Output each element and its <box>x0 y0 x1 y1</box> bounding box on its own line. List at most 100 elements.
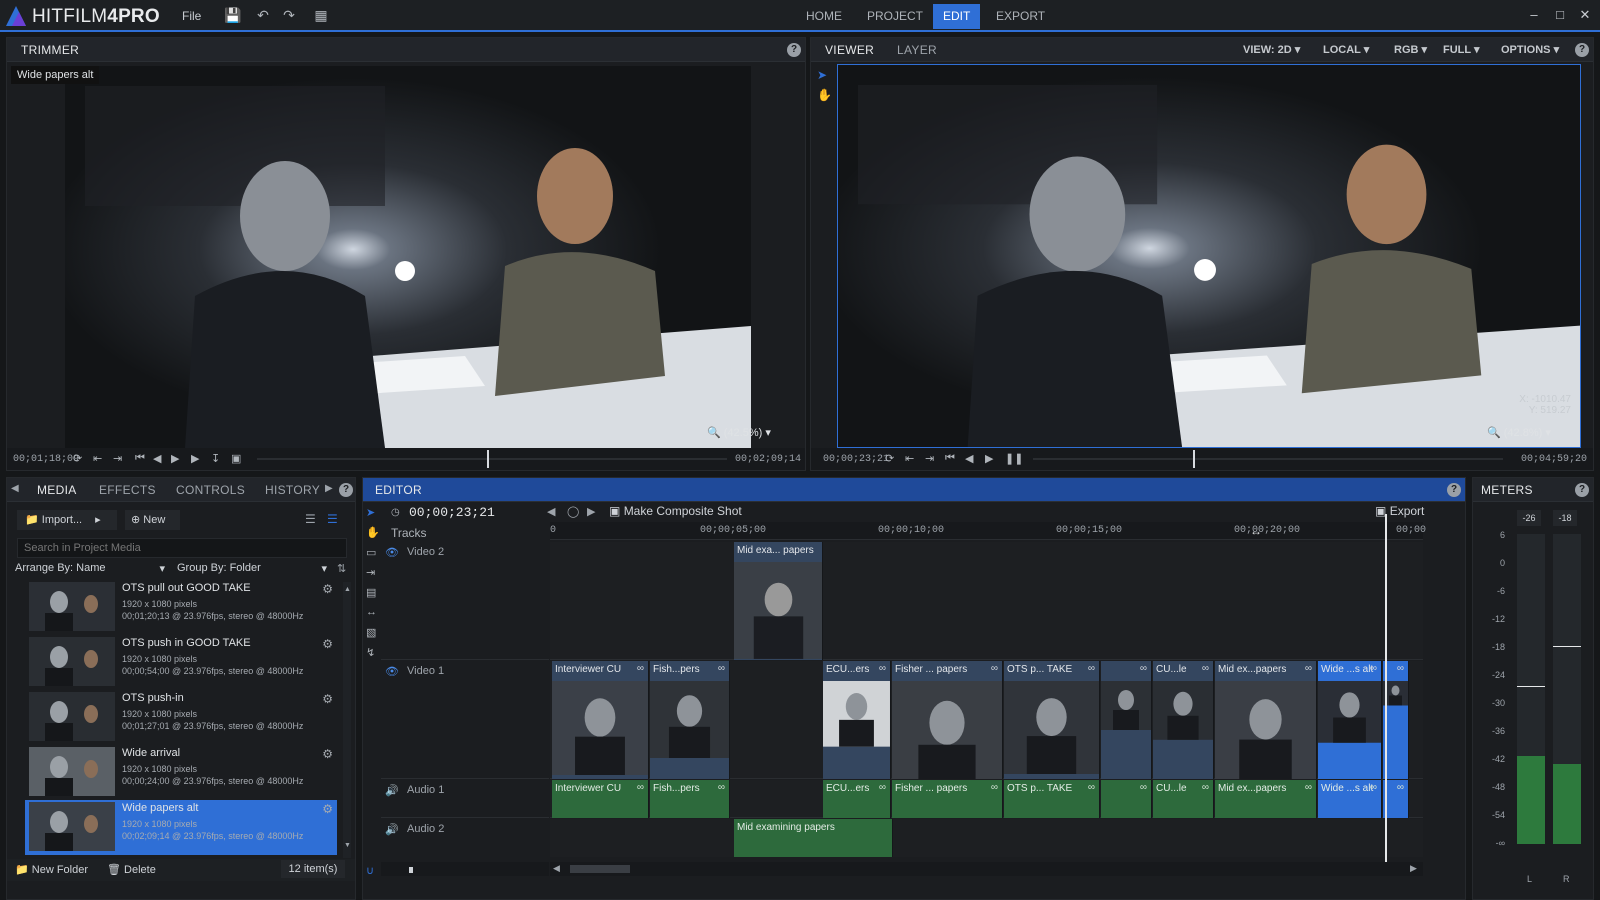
trimmer-playhead[interactable] <box>487 450 490 468</box>
play-icon[interactable]: ▶ <box>191 452 199 465</box>
select-tool-icon[interactable]: ➤ <box>817 68 827 82</box>
mark-out-icon[interactable]: ⇥ <box>113 452 122 465</box>
delete-button[interactable]: 🗑 Delete <box>107 863 156 876</box>
slide-tool-icon[interactable]: ▤ <box>366 586 376 599</box>
gear-icon[interactable]: ⚙ <box>322 582 333 596</box>
loop-icon[interactable]: ⟳ <box>885 452 894 465</box>
view-dropdown[interactable]: VIEW: 2D ▾ <box>1243 43 1300 59</box>
ripple-tool-icon[interactable]: ↔ <box>366 606 377 618</box>
tab-editor[interactable]: EDITOR <box>375 483 422 497</box>
next-edit-icon[interactable]: ▶ <box>587 505 595 518</box>
tab-trimmer[interactable]: TRIMMER <box>21 43 79 57</box>
trimmer-video[interactable] <box>65 66 751 448</box>
track-area-video2[interactable]: Mid exa... papers <box>550 542 1423 660</box>
timeline-clip[interactable]: Mid ex...papers ∞ <box>1215 661 1317 779</box>
mark-in-icon[interactable]: ⇤ <box>905 452 914 465</box>
help-icon[interactable]: ? <box>1447 483 1461 497</box>
gear-icon[interactable]: ⚙ <box>322 637 333 651</box>
timeline-clip[interactable]: CU...le ∞ <box>1153 780 1214 818</box>
zoom-handle[interactable] <box>409 867 413 873</box>
sort-icon[interactable]: ⇅ <box>337 562 346 575</box>
timeline-clip[interactable]: ∞ <box>1101 780 1152 818</box>
tab-project[interactable]: PROJECT <box>857 4 933 29</box>
close-icon[interactable]: ✕ <box>1575 5 1595 25</box>
options-dropdown[interactable]: OPTIONS ▾ <box>1501 43 1559 59</box>
mark-in-icon[interactable]: ⇤ <box>93 452 102 465</box>
timeline-clip[interactable]: Interviewer CU ∞ <box>552 780 649 818</box>
detail-view-icon[interactable]: ☰ <box>327 512 338 526</box>
trimmer-scrub-bar[interactable] <box>257 450 727 468</box>
scroll-thumb[interactable] <box>570 865 630 873</box>
tab-home[interactable]: HOME <box>796 4 852 29</box>
timeline-clip[interactable]: OTS p... TAKE ∞ <box>1004 661 1100 779</box>
arrange-by-dropdown[interactable]: Arrange By: Name ▾ <box>15 562 165 575</box>
help-icon[interactable]: ? <box>339 483 353 497</box>
timeline-clip[interactable]: Fish...pers ∞ <box>650 780 730 818</box>
rgb-dropdown[interactable]: RGB ▾ <box>1394 43 1427 59</box>
tab-export[interactable]: EXPORT <box>986 4 1055 29</box>
step-forward-icon[interactable]: ▶ <box>171 452 179 465</box>
timeline-clip[interactable]: Fisher ... papers ∞ <box>892 780 1003 818</box>
redo-icon[interactable]: ↷ <box>280 6 298 24</box>
slice-tool-icon[interactable]: ▭ <box>366 546 376 559</box>
make-composite-button[interactable]: ▣ Make Composite Shot <box>609 504 742 518</box>
track-header-audio2[interactable]: 🔊 Audio 2 <box>381 819 549 857</box>
grid-icon[interactable]: ▦ <box>312 6 330 24</box>
file-menu[interactable]: File <box>182 9 201 23</box>
tab-meters[interactable]: METERS <box>1481 483 1533 497</box>
trimmer-zoom[interactable]: 🔍 (42.5%) ▾ <box>707 426 771 439</box>
scroll-left-icon[interactable]: ◀ <box>553 863 560 874</box>
gear-icon[interactable]: ⚙ <box>322 692 333 706</box>
timeline-clip[interactable]: Wide ...s alt ∞ <box>1318 661 1382 779</box>
step-forward-icon[interactable]: ▶ <box>985 452 993 465</box>
gear-icon[interactable]: ⚙ <box>322 747 333 761</box>
new-button[interactable]: ⊕ New <box>125 510 180 530</box>
timeline-clip[interactable]: Mid exa... papers <box>734 542 823 660</box>
export-button[interactable]: ▣ Export <box>1375 504 1424 518</box>
scroll-up-icon[interactable]: ▲ <box>344 586 351 593</box>
speaker-icon[interactable]: 🔊 <box>385 823 399 836</box>
select-tool-icon[interactable]: ➤ <box>366 506 375 519</box>
tab-viewer[interactable]: VIEWER <box>825 43 874 57</box>
prev-edit-icon[interactable]: ◀ <box>547 505 555 518</box>
track-header-video2[interactable]: 👁 Video 2 <box>381 542 549 660</box>
viewer-playhead[interactable] <box>1192 450 1195 468</box>
add-marker-icon[interactable]: ◯ <box>567 505 579 518</box>
media-scrollbar[interactable]: ▲ ▼ <box>343 582 351 858</box>
track-area-audio1[interactable]: Interviewer CU ∞ Fish...pers ∞ ECU...ers ∞ Fis… <box>550 780 1423 818</box>
list-view-icon[interactable]: ☰ <box>305 512 316 526</box>
help-icon[interactable]: ? <box>1575 483 1589 497</box>
scroll-left-icon[interactable]: ◀ <box>11 483 19 494</box>
tab-media[interactable]: MEDIA <box>37 483 77 497</box>
timeline-scrollbar[interactable]: ◀ ▶ <box>550 862 1423 876</box>
speaker-icon[interactable]: 🔊 <box>385 784 399 797</box>
hand-tool-icon[interactable]: ✋ <box>366 526 380 539</box>
media-item[interactable]: Wide papers alt 1920 x 1080 pixels 00;02;0… <box>25 800 337 855</box>
new-folder-button[interactable]: 📁 New Folder <box>15 863 88 876</box>
tab-edit[interactable]: EDIT <box>933 4 981 29</box>
slip-tool-icon[interactable]: ⇥ <box>366 566 375 579</box>
timeline-clip[interactable]: Fish...pers ∞ <box>650 661 730 779</box>
overwrite-icon[interactable]: ▣ <box>231 452 241 465</box>
scroll-right-icon[interactable]: ▶ <box>325 483 333 494</box>
loop-icon[interactable]: ⟳ <box>73 452 82 465</box>
help-icon[interactable]: ? <box>787 43 801 57</box>
help-icon[interactable]: ? <box>1575 43 1589 57</box>
pause-icon[interactable]: ❚❚ <box>1005 452 1023 465</box>
maximize-icon[interactable]: □ <box>1550 5 1570 25</box>
skip-back-icon[interactable]: ⏮ <box>945 452 955 465</box>
step-back-icon[interactable]: ◀ <box>153 452 161 465</box>
gear-icon[interactable]: ⚙ <box>322 802 333 816</box>
track-area-video1[interactable]: Interviewer CU ∞ Fish...pers ∞ ECU...ers ∞ Fis… <box>550 661 1423 779</box>
rate-tool-icon[interactable]: ↯ <box>366 646 375 659</box>
track-header-video1[interactable]: 👁 Video 1 <box>381 661 549 779</box>
timeline-clip[interactable]: Interviewer CU ∞ <box>552 661 649 779</box>
local-dropdown[interactable]: LOCAL ▾ <box>1323 43 1369 59</box>
tab-layer[interactable]: LAYER <box>897 43 937 57</box>
minimize-icon[interactable]: – <box>1524 5 1544 25</box>
import-button[interactable]: 📁 Import... ▸ <box>17 510 117 530</box>
tab-effects[interactable]: EFFECTS <box>99 483 156 497</box>
skip-back-icon[interactable]: ⏮ <box>135 452 145 465</box>
timeline-clip[interactable]: ∞ <box>1101 661 1152 779</box>
viewer-video[interactable] <box>837 64 1581 448</box>
